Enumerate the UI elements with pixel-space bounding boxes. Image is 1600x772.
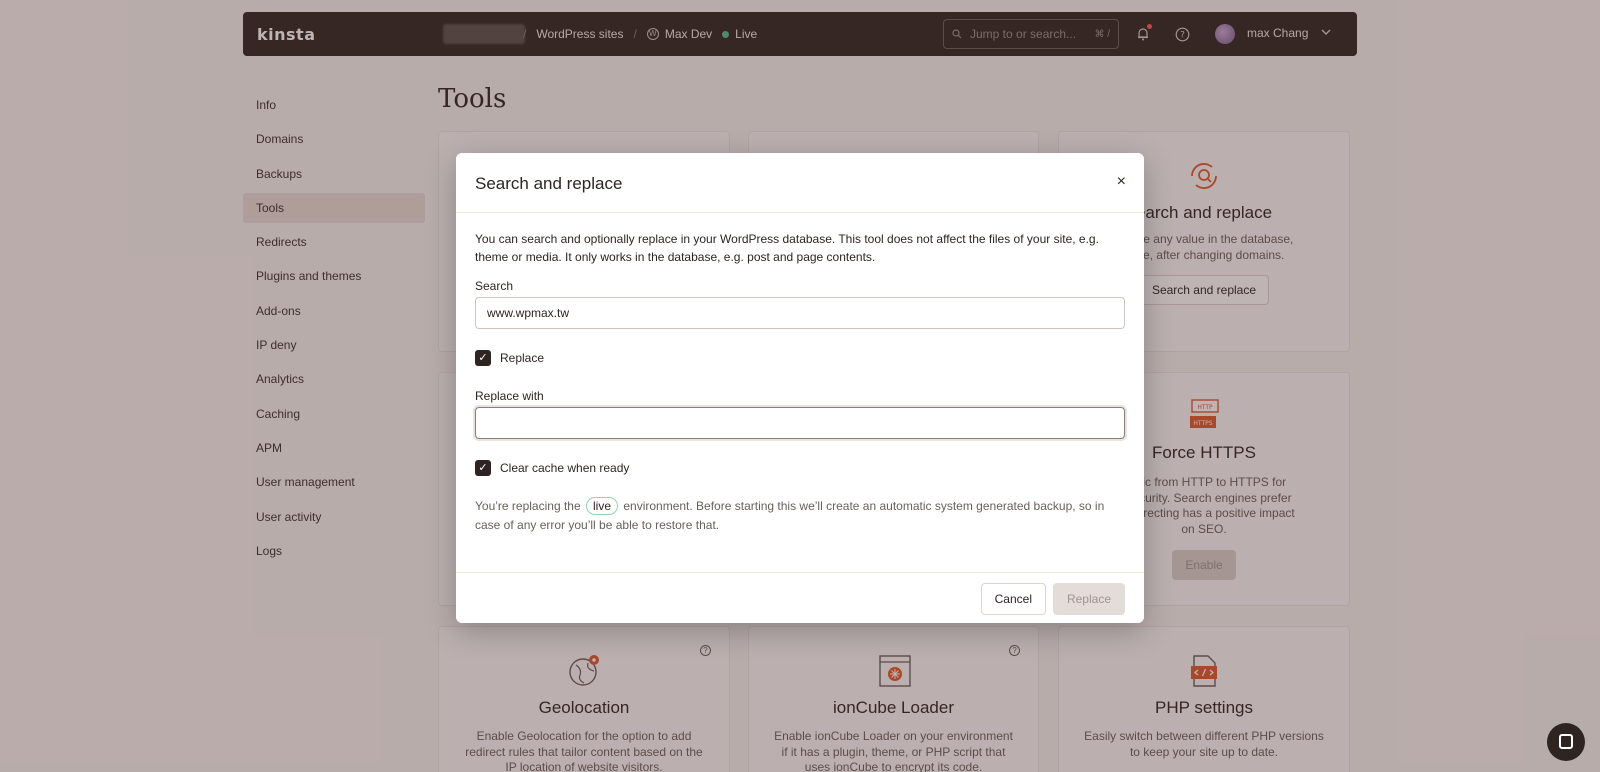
chat-support-button[interactable]: [1547, 723, 1585, 761]
replace-checkbox-label: Replace: [500, 351, 545, 365]
replace-checkbox-row[interactable]: ✓ Replace: [475, 350, 544, 366]
modal-header: Search and replace ×: [456, 153, 1144, 213]
notice-text-before: You’re replacing the: [475, 499, 581, 513]
replace-checkbox[interactable]: ✓: [475, 350, 491, 366]
clear-cache-label: Clear cache when ready: [500, 461, 630, 475]
replace-button[interactable]: Replace: [1052, 583, 1125, 615]
replace-with-input[interactable]: [475, 407, 1125, 439]
clear-cache-checkbox[interactable]: ✓: [475, 460, 491, 476]
search-replace-modal: Search and replace × You can search and …: [456, 153, 1144, 623]
environment-badge: live: [585, 497, 618, 515]
search-label: Search: [475, 279, 514, 293]
search-input[interactable]: [475, 297, 1125, 329]
close-icon[interactable]: ×: [1117, 173, 1126, 191]
modal-description: You can search and optionally replace in…: [475, 232, 1099, 264]
modal-footer: Cancel Replace: [456, 572, 1144, 623]
cancel-button[interactable]: Cancel: [980, 583, 1046, 615]
chat-icon: [1559, 734, 1573, 749]
modal-title: Search and replace: [475, 174, 623, 193]
replace-with-label: Replace with: [475, 389, 544, 403]
clear-cache-checkbox-row[interactable]: ✓ Clear cache when ready: [475, 460, 629, 476]
backup-notice: You’re replacing the live environment. B…: [475, 497, 1127, 534]
